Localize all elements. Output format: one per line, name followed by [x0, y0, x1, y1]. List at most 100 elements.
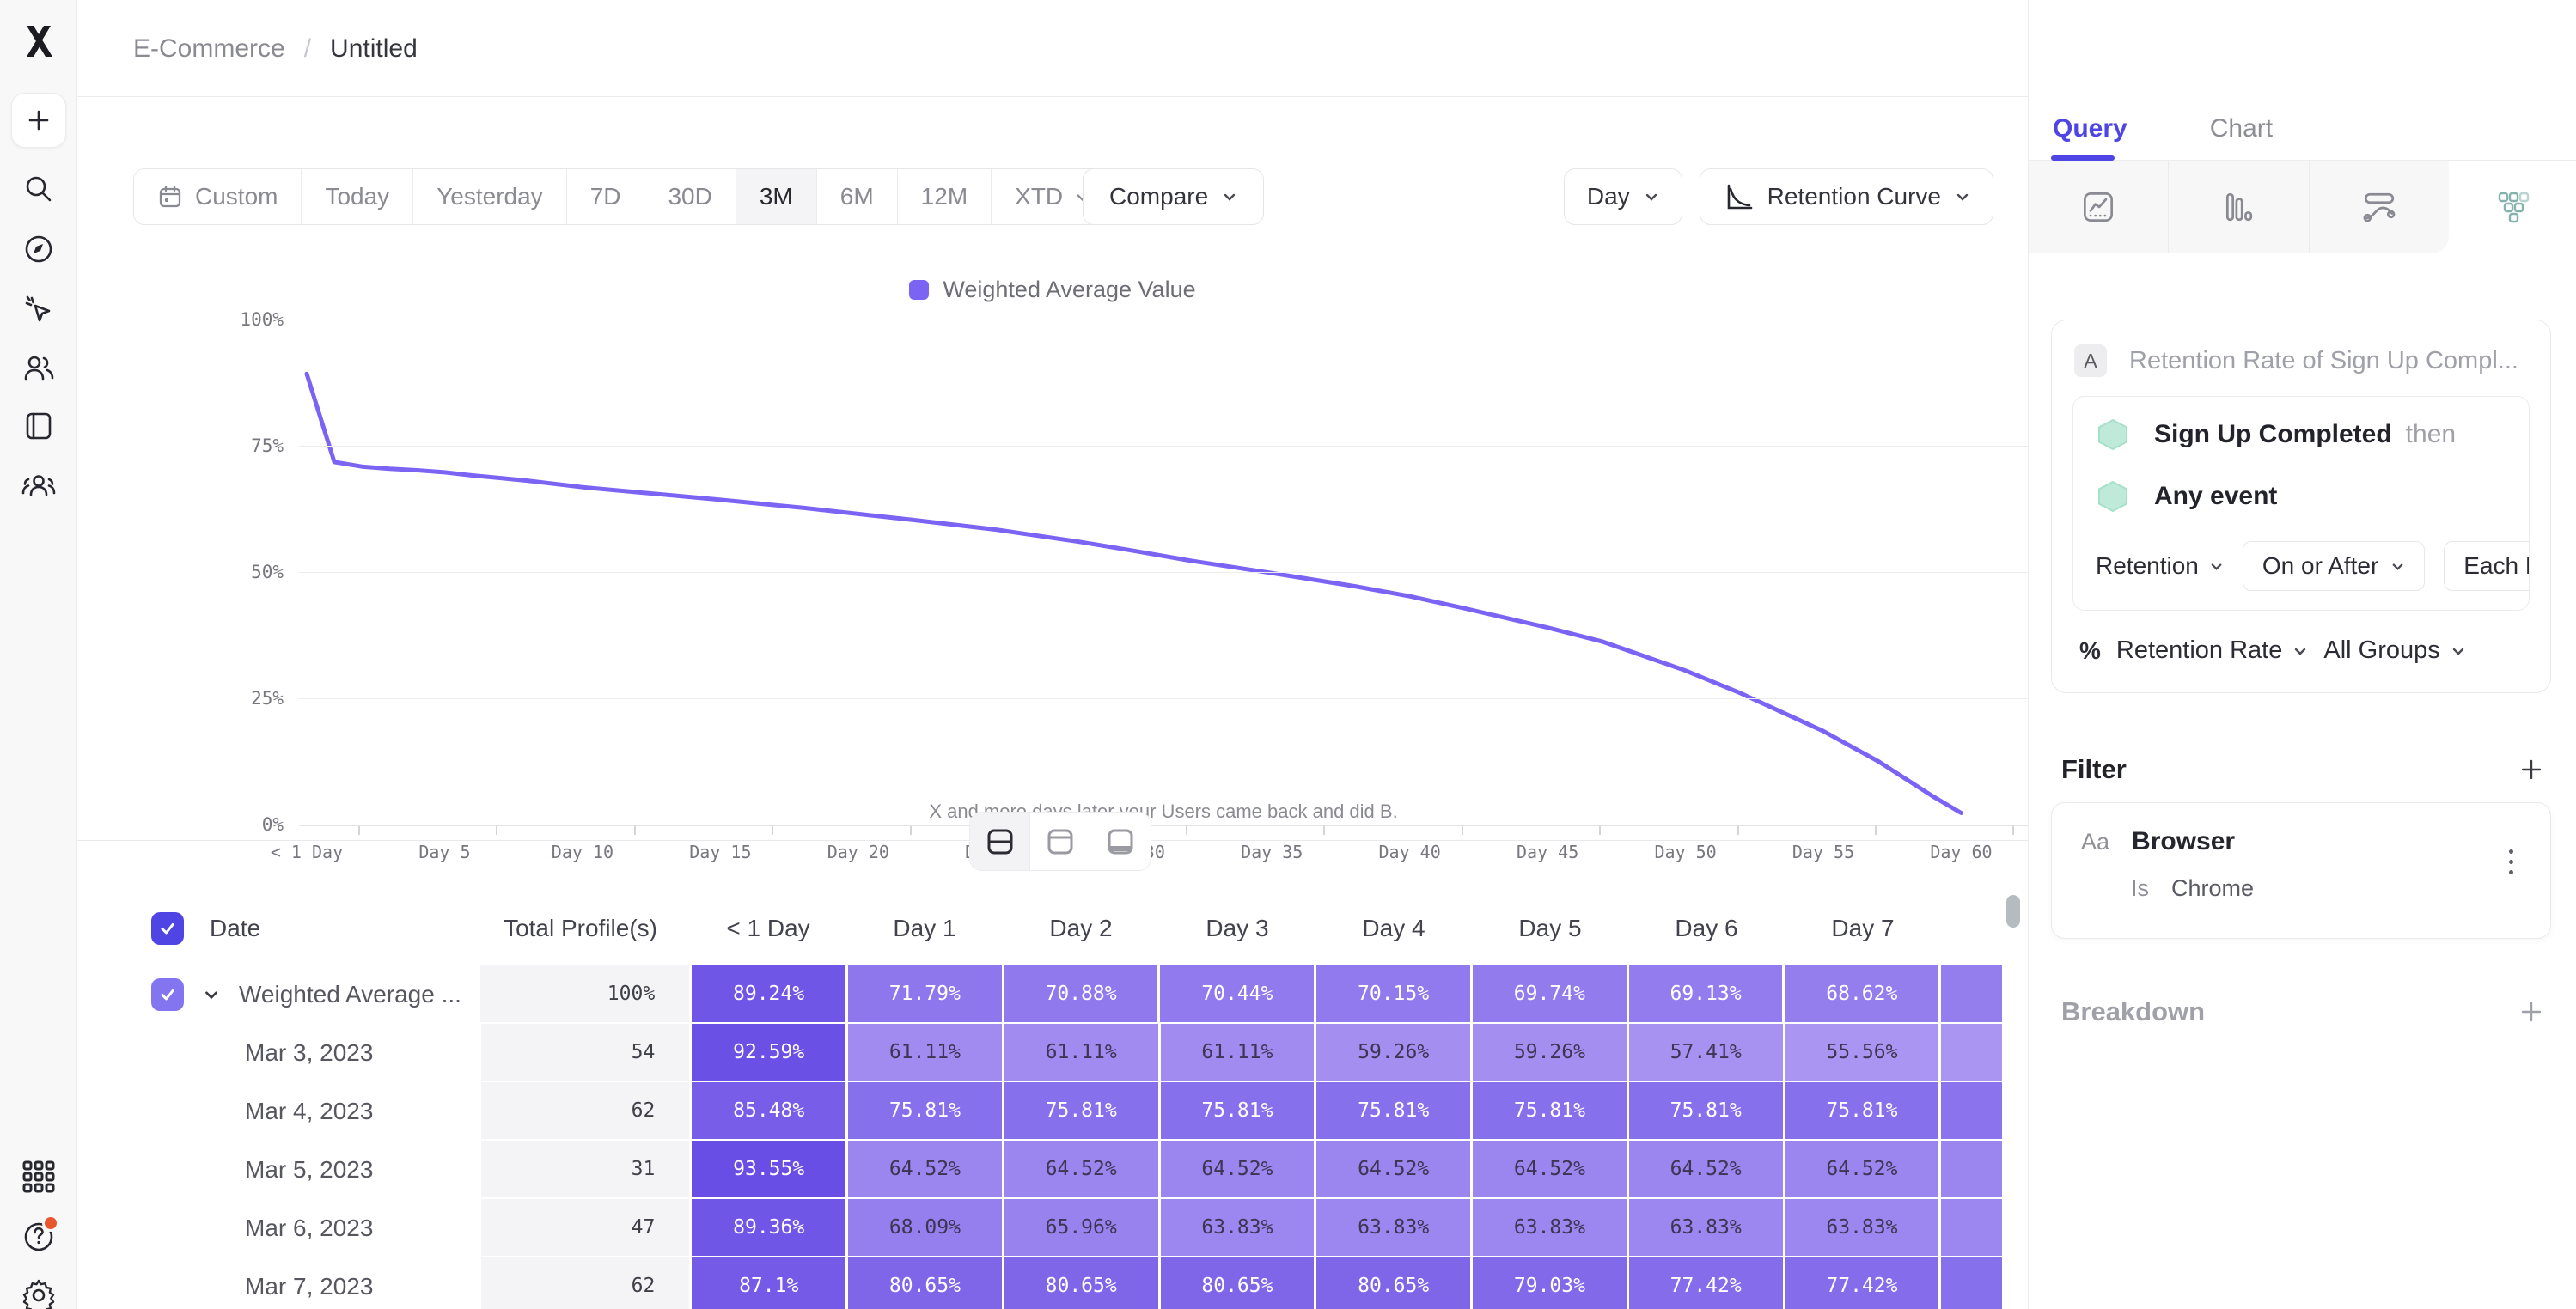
- x-tick-mark: [1599, 826, 1601, 835]
- retention-cell: 75.81%: [1161, 1082, 1315, 1139]
- sidebar-search-button[interactable]: [11, 161, 66, 216]
- compare-button[interactable]: Compare: [1083, 168, 1264, 225]
- on-or-after-dropdown[interactable]: On or After: [2243, 541, 2425, 591]
- compare-label: Compare: [1109, 183, 1208, 210]
- add-breakdown-button[interactable]: [2516, 996, 2547, 1027]
- retention-dropdown[interactable]: Retention: [2096, 552, 2224, 580]
- chart-type-dropdown[interactable]: Retention Curve: [1700, 168, 1993, 225]
- filter-value: Chrome: [2171, 875, 2254, 902]
- bar-chart-icon: [2222, 191, 2255, 223]
- range-6m[interactable]: 6M: [817, 169, 898, 224]
- filter-menu-button[interactable]: [2494, 837, 2528, 886]
- vertical-scrollbar[interactable]: [2006, 895, 2020, 928]
- retention-analysis-app: E-Commerce / Untitled Save CustomTodayYe…: [0, 0, 2576, 1309]
- table-header-day: Day 5: [1472, 915, 1628, 942]
- sidebar-docs-button[interactable]: [11, 399, 66, 454]
- groups-dropdown[interactable]: All Groups: [2323, 636, 2465, 665]
- tab-retention-chart[interactable]: [2449, 161, 2576, 253]
- chart-type-label: Retention Curve: [1767, 183, 1941, 210]
- sidebar-profiles-button[interactable]: [11, 340, 66, 395]
- retention-cell: 70.88%: [1004, 965, 1158, 1022]
- breadcrumb-report-title[interactable]: Untitled: [330, 34, 418, 64]
- chevron-down-icon: [2209, 559, 2224, 574]
- view-toggle-split-horizontal[interactable]: [970, 813, 1030, 870]
- range-30d[interactable]: 30D: [644, 169, 736, 224]
- sidebar-explore-button[interactable]: [11, 222, 66, 277]
- range-today[interactable]: Today: [302, 169, 413, 224]
- range-label: 3M: [760, 183, 793, 210]
- x-tick-label: Day 40: [1379, 842, 1441, 862]
- x-tick-mark: [1186, 826, 1187, 835]
- retention-cell: 74: [1941, 1082, 2002, 1139]
- each-day-dropdown[interactable]: Each Day: [2444, 541, 2530, 591]
- range-7d[interactable]: 7D: [567, 169, 645, 224]
- x-tick-label: Day 5: [418, 842, 470, 862]
- chart-type-tabs: [2029, 161, 2576, 253]
- retention-cell: 75.81%: [1629, 1082, 1783, 1139]
- row-total-cell: 31: [481, 1141, 690, 1197]
- filter-card[interactable]: Aa Browser Is Chrome: [2051, 802, 2551, 939]
- retention-cell: 75.81%: [1004, 1082, 1158, 1139]
- select-all-checkbox[interactable]: [151, 912, 184, 945]
- granularity-dropdown[interactable]: Day: [1564, 168, 1682, 225]
- range-yesterday[interactable]: Yesterday: [413, 169, 567, 224]
- view-toggle-top-panel[interactable]: [1030, 813, 1090, 870]
- retention-cell: 61.11%: [1161, 1024, 1315, 1081]
- breadcrumb-workspace[interactable]: E-Commerce: [133, 34, 285, 64]
- granularity-label: Day: [1587, 183, 1630, 210]
- sidebar-events-button[interactable]: [11, 282, 66, 337]
- dropdown-label: Each Day: [2463, 552, 2530, 580]
- retention-cell: 63.83%: [1316, 1199, 1470, 1256]
- chart-controls: Day Retention Curve: [1564, 168, 1993, 225]
- check-icon: [159, 986, 176, 1003]
- query-step-any-event[interactable]: Any event: [2096, 479, 2529, 514]
- retention-cell: 70.44%: [1160, 965, 1314, 1022]
- row-label: Mar 5, 2023: [245, 1156, 373, 1184]
- panel-tab-query[interactable]: Query: [2053, 98, 2127, 161]
- retention-cell: 57.41%: [1629, 1024, 1783, 1081]
- tab-bar-chart[interactable]: [2169, 161, 2309, 253]
- sidebar-apps-button[interactable]: [11, 1149, 66, 1204]
- chevron-down-icon: [1222, 189, 1237, 204]
- filter-operator: Is: [2131, 875, 2149, 902]
- retention-cell: 75.81%: [1473, 1082, 1627, 1139]
- retention-cell: 87.1%: [692, 1257, 845, 1309]
- step-label: Any event: [2154, 482, 2277, 511]
- houseware-logo-icon: [19, 21, 58, 61]
- retention-cell: 80.65%: [1161, 1257, 1315, 1309]
- measure-dropdown[interactable]: Retention Rate: [2116, 636, 2308, 665]
- row-date-cell: Mar 3, 2023: [129, 1024, 481, 1082]
- range-custom[interactable]: Custom: [134, 169, 302, 224]
- tab-flow-chart[interactable]: [2310, 161, 2449, 253]
- retention-cell: 61.11%: [848, 1024, 1002, 1081]
- query-name-input[interactable]: Retention Rate of Sign Up Compl...: [2129, 347, 2518, 375]
- x-tick-label: < 1 Day: [271, 842, 343, 862]
- table-row: Mar 3, 20235492.59%61.11%61.11%61.11%59.…: [129, 1024, 2002, 1082]
- add-filter-button[interactable]: [2516, 754, 2547, 785]
- retention-cell: 64.52%: [848, 1141, 1002, 1197]
- retention-cell: 61.11%: [1004, 1024, 1158, 1081]
- legend-swatch: [909, 280, 929, 300]
- sidebar-create-button[interactable]: [11, 93, 66, 148]
- sidebar-settings-button[interactable]: [11, 1268, 66, 1309]
- range-12m[interactable]: 12M: [898, 169, 992, 224]
- sidebar-help-button[interactable]: [11, 1209, 66, 1264]
- x-tick-mark: [634, 826, 636, 835]
- query-step-sign-up-completed[interactable]: Sign Up Completedthen: [2096, 417, 2529, 452]
- x-tick-mark: [358, 826, 360, 835]
- sidebar-cohorts-button[interactable]: [11, 457, 66, 512]
- filter-section-header: Filter: [2061, 754, 2547, 785]
- tab-insights-chart[interactable]: [2029, 161, 2169, 253]
- retention-cell: 63.83%: [1473, 1199, 1627, 1256]
- retention-cell: 71.79%: [848, 965, 1002, 1022]
- retention-cell: 92.59%: [692, 1024, 845, 1081]
- row-checkbox[interactable]: [151, 978, 184, 1011]
- string-type-icon: Aa: [2081, 829, 2109, 855]
- row-expand-chevron[interactable]: [203, 986, 220, 1003]
- notification-dot: [42, 1215, 59, 1232]
- view-toggle-bottom-panel[interactable]: [1090, 813, 1151, 870]
- panel-tab-chart[interactable]: Chart: [2210, 98, 2273, 161]
- range-3m[interactable]: 3M: [736, 169, 817, 224]
- x-tick-label: Day 50: [1654, 842, 1716, 862]
- view-toggle-group: [969, 812, 1151, 871]
